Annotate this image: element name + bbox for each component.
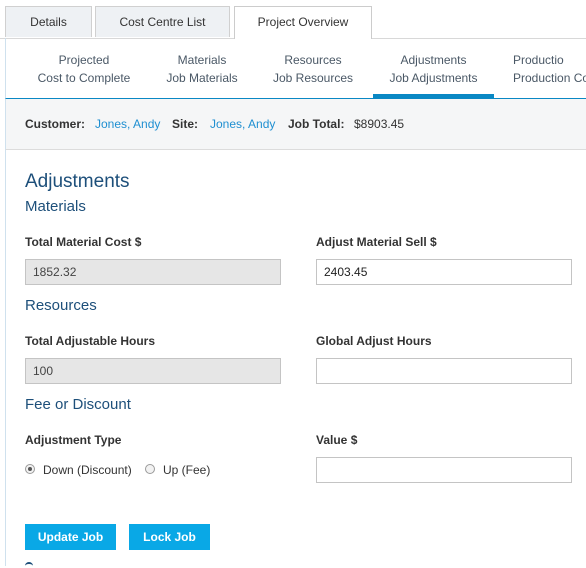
subtab-materials-subtitle: Job Materials: [166, 71, 238, 85]
adjustment-type-label: Adjustment Type: [25, 433, 122, 447]
fee-discount-heading: Fee or Discount: [25, 396, 131, 413]
tab-details[interactable]: Details: [5, 6, 92, 37]
subtab-materials[interactable]: Materials Job Materials: [154, 38, 250, 98]
subtab-production[interactable]: Productio Production Co: [506, 38, 586, 98]
radio-down-label: Down (Discount): [43, 463, 132, 477]
subtab-projected-subtitle: Cost to Complete: [37, 71, 131, 85]
radio-down-circle[interactable]: [25, 464, 35, 474]
radio-up-circle[interactable]: [145, 464, 155, 474]
job-total-label: Job Total:: [288, 117, 345, 131]
sub-tab-bar: Projected Cost to Complete Materials Job…: [5, 38, 586, 99]
subtab-production-subtitle: Production Co: [513, 71, 586, 85]
subtab-adjustments-title: Adjustments: [400, 53, 467, 67]
subtab-materials-title: Materials: [177, 53, 227, 67]
tab-cost-centre-list[interactable]: Cost Centre List: [95, 6, 230, 37]
global-adjust-hours-input[interactable]: [316, 358, 572, 384]
customer-label: Customer:: [25, 117, 86, 131]
total-material-cost-field: [25, 259, 281, 285]
site-link[interactable]: Jones, Andy: [210, 117, 275, 131]
adjustments-form: Adjustments Materials Total Material Cos…: [5, 150, 586, 566]
subtab-projected[interactable]: Projected Cost to Complete: [26, 38, 142, 98]
subtab-production-title: Productio: [513, 53, 564, 67]
total-adjustable-hours-label: Total Adjustable Hours: [25, 334, 156, 348]
subtab-adjustments-subtitle: Job Adjustments: [389, 71, 478, 85]
adjustment-type-radio-group: Down (Discount) Up (Fee): [25, 463, 305, 479]
total-adjustable-hours-field: [25, 358, 281, 384]
radio-up-label: Up (Fee): [163, 463, 211, 477]
job-info-bar: Customer: Jones, Andy Site: Jones, Andy …: [5, 99, 586, 150]
subtab-resources[interactable]: Resources Job Resources: [265, 38, 361, 98]
materials-heading: Materials: [25, 198, 86, 215]
page-title: Adjustments: [25, 171, 130, 192]
update-job-button[interactable]: Update Job: [25, 524, 116, 550]
resources-heading: Resources: [25, 297, 97, 314]
site-label: Site:: [172, 117, 199, 131]
cut-off-heading: [25, 562, 33, 568]
adjust-material-sell-input[interactable]: [316, 259, 572, 285]
subtab-adjustments[interactable]: Adjustments Job Adjustments: [373, 38, 494, 98]
subtab-projected-title: Projected: [58, 53, 110, 67]
tab-project-overview[interactable]: Project Overview: [234, 6, 372, 39]
subtab-resources-title: Resources: [284, 53, 342, 67]
active-tab-indicator: [373, 94, 494, 98]
customer-link[interactable]: Jones, Andy: [95, 117, 160, 131]
global-adjust-hours-label: Global Adjust Hours: [316, 334, 432, 348]
value-input[interactable]: [316, 457, 572, 483]
value-label: Value $: [316, 433, 358, 447]
job-total-value: $8903.45: [354, 117, 405, 131]
top-tab-bar: Details Cost Centre List Project Overvie…: [0, 0, 586, 39]
adjust-material-sell-label: Adjust Material Sell $: [316, 235, 437, 249]
lock-job-button[interactable]: Lock Job: [129, 524, 210, 550]
total-material-cost-label: Total Material Cost $: [25, 235, 142, 249]
subtab-resources-subtitle: Job Resources: [272, 71, 354, 85]
